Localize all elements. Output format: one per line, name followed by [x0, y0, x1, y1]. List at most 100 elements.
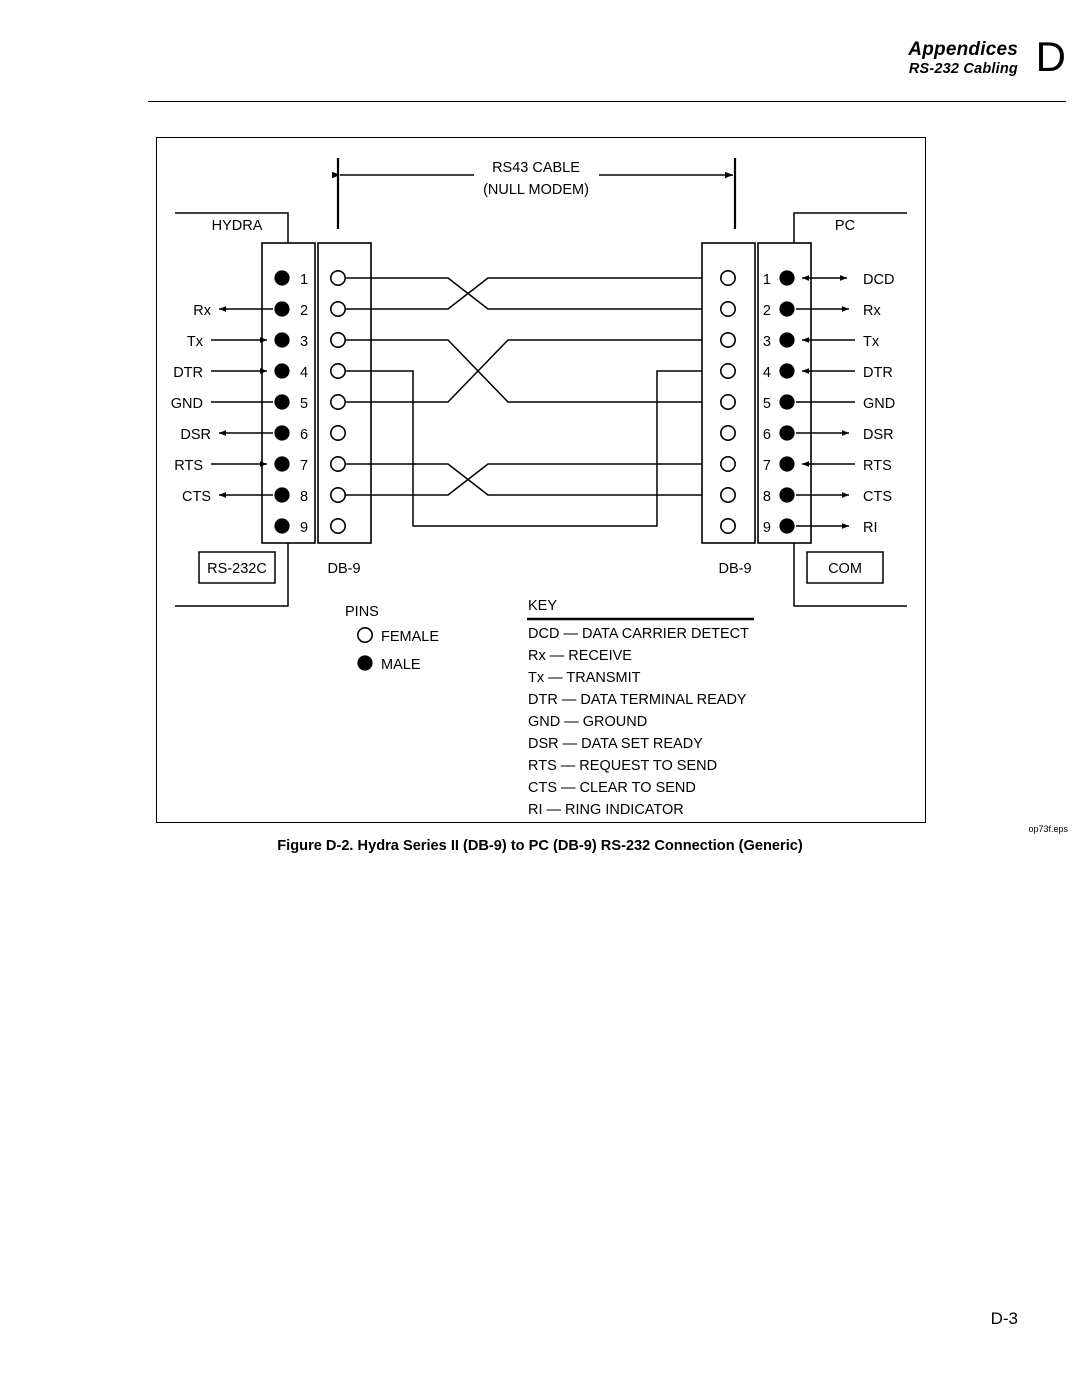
right-pin-row-5: 5 GND: [719, 393, 895, 412]
right-pin-number-1: 1: [763, 272, 771, 288]
right-device-label: PC: [835, 218, 855, 234]
right-pin-number-3: 3: [763, 334, 771, 350]
right-pin-row-3: 3 Tx: [719, 332, 880, 350]
right-signal-label-4: DTR: [863, 365, 893, 381]
left-signal-label-6: DSR: [180, 427, 211, 443]
right-signal-label-9: RI: [863, 520, 878, 536]
right-pin-row-8: 8 CTS: [719, 486, 892, 505]
left-female-pin-6: [330, 424, 347, 441]
key-legend-item-8: CTS — CLEAR TO SEND: [528, 780, 696, 796]
page-number: D-3: [990, 1309, 1018, 1328]
left-pin-number-6: 6: [300, 427, 308, 443]
left-pin-number-4: 4: [300, 365, 308, 381]
right-pin-row-9: 9 RI: [719, 517, 878, 536]
pins-legend-item-male: MALE: [357, 655, 421, 673]
appendix-letter: D: [1035, 33, 1066, 80]
right-female-pin-3: [719, 332, 736, 349]
key-legend-item-6: DSR — DATA SET READY: [528, 736, 703, 752]
right-signal-label-3: Tx: [863, 334, 880, 350]
left-connector-label: DB-9: [327, 561, 360, 577]
left-pin-row-3: 3 Tx: [187, 332, 347, 350]
right-signal-label-8: CTS: [863, 489, 892, 505]
right-pin-row-4: 4 DTR: [719, 363, 893, 381]
document-page: Appendices RS-232 Cabling D RS43 CABLE (…: [0, 0, 1080, 1397]
wire-gnd: [345, 370, 702, 527]
cable-label-line1: RS43 CABLE: [492, 160, 580, 176]
left-pin-row-1: 1: [274, 270, 347, 288]
left-pin-number-8: 8: [300, 489, 308, 505]
left-signal-label-3: Tx: [187, 334, 204, 350]
right-male-pin-4: [779, 363, 795, 379]
pins-legend-item-female: FEMALE: [357, 626, 439, 645]
left-device-label: HYDRA: [212, 218, 263, 234]
left-female-pin-2: [330, 301, 347, 318]
right-male-pin-5: [779, 394, 795, 410]
right-pin-number-5: 5: [763, 396, 771, 412]
wire-7-to-8: [345, 463, 702, 496]
left-signal-label-8: CTS: [182, 489, 211, 505]
rs232-wiring-diagram: RS43 CABLE (NULL MODEM) HYDRA PC 1 2 Rx …: [171, 158, 907, 818]
right-pin-row-1: 1 DCD: [719, 270, 894, 288]
header-rule: [148, 101, 1066, 102]
key-legend-item-1: DCD — DATA CARRIER DETECT: [528, 626, 749, 642]
right-connector-label: DB-9: [718, 561, 751, 577]
left-pin-row-8: 8 CTS: [182, 486, 347, 505]
right-signal-label-1: DCD: [863, 272, 894, 288]
key-legend-item-9: RI — RING INDICATOR: [528, 802, 684, 818]
right-pin-row-7: 7 RTS: [719, 455, 892, 474]
wire-3-to-2: [345, 277, 702, 310]
left-male-pin-7: [274, 456, 290, 472]
right-female-pin-6: [719, 424, 736, 441]
male-pin-label: MALE: [381, 657, 421, 673]
left-male-pin-4: [274, 363, 290, 379]
right-female-pin-5: [719, 393, 736, 410]
left-signal-label-5: GND: [171, 396, 203, 412]
right-pin-number-9: 9: [763, 520, 771, 536]
header-subtitle: RS-232 Cabling: [908, 61, 1018, 78]
right-pin-row-6: 6 DSR: [719, 424, 894, 443]
left-pin-number-7: 7: [300, 458, 308, 474]
wire-8-to-7: [345, 463, 702, 496]
pins-legend-title: PINS: [345, 604, 379, 620]
left-male-pin-1: [274, 270, 290, 286]
right-female-pin-8: [719, 486, 736, 503]
right-male-pin-7: [779, 456, 795, 472]
left-male-pin-3: [274, 332, 290, 348]
left-pin-number-2: 2: [300, 303, 308, 319]
header-appendices: Appendices: [908, 39, 1018, 60]
left-pin-row-5: 5 GND: [171, 393, 347, 412]
left-signal-label-2: Rx: [193, 303, 211, 319]
right-pin-number-8: 8: [763, 489, 771, 505]
key-legend-item-5: GND — GROUND: [528, 714, 647, 730]
key-legend-item-7: RTS — REQUEST TO SEND: [528, 758, 717, 774]
key-legend-item-4: DTR — DATA TERMINAL READY: [528, 692, 747, 708]
right-signal-label-7: RTS: [863, 458, 892, 474]
right-male-pin-3: [779, 332, 795, 348]
right-pin-number-7: 7: [763, 458, 771, 474]
left-signal-label-4: DTR: [173, 365, 203, 381]
right-signal-label-2: Rx: [863, 303, 881, 319]
left-signal-label-7: RTS: [174, 458, 203, 474]
key-legend-item-2: Rx — RECEIVE: [528, 648, 632, 664]
left-pin-number-5: 5: [300, 396, 308, 412]
right-female-pin-4: [719, 363, 736, 380]
right-port-box-label: COM: [828, 561, 862, 577]
right-female-pin-7: [719, 455, 736, 472]
figure-caption: Figure D-2. Hydra Series II (DB-9) to PC…: [277, 838, 803, 854]
right-pin-number-4: 4: [763, 365, 771, 381]
left-male-pin-2: [274, 301, 290, 317]
figure-frame: RS43 CABLE (NULL MODEM) HYDRA PC 1 2 Rx …: [156, 137, 926, 823]
key-legend-title: KEY: [528, 598, 557, 614]
header-titles: Appendices RS-232 Cabling: [908, 38, 1018, 79]
left-pin-number-3: 3: [300, 334, 308, 350]
left-pin-number-1: 1: [300, 272, 308, 288]
right-pin-number-6: 6: [763, 427, 771, 443]
female-pin-label: FEMALE: [381, 629, 439, 645]
left-male-pin-9: [274, 518, 290, 534]
left-pin-row-9: 9: [274, 517, 347, 536]
null-modem-wires: [345, 277, 702, 527]
left-male-pin-6: [274, 425, 290, 441]
right-signal-label-6: DSR: [863, 427, 894, 443]
right-pin-number-2: 2: [763, 303, 771, 319]
right-male-pin-8: [779, 487, 795, 503]
